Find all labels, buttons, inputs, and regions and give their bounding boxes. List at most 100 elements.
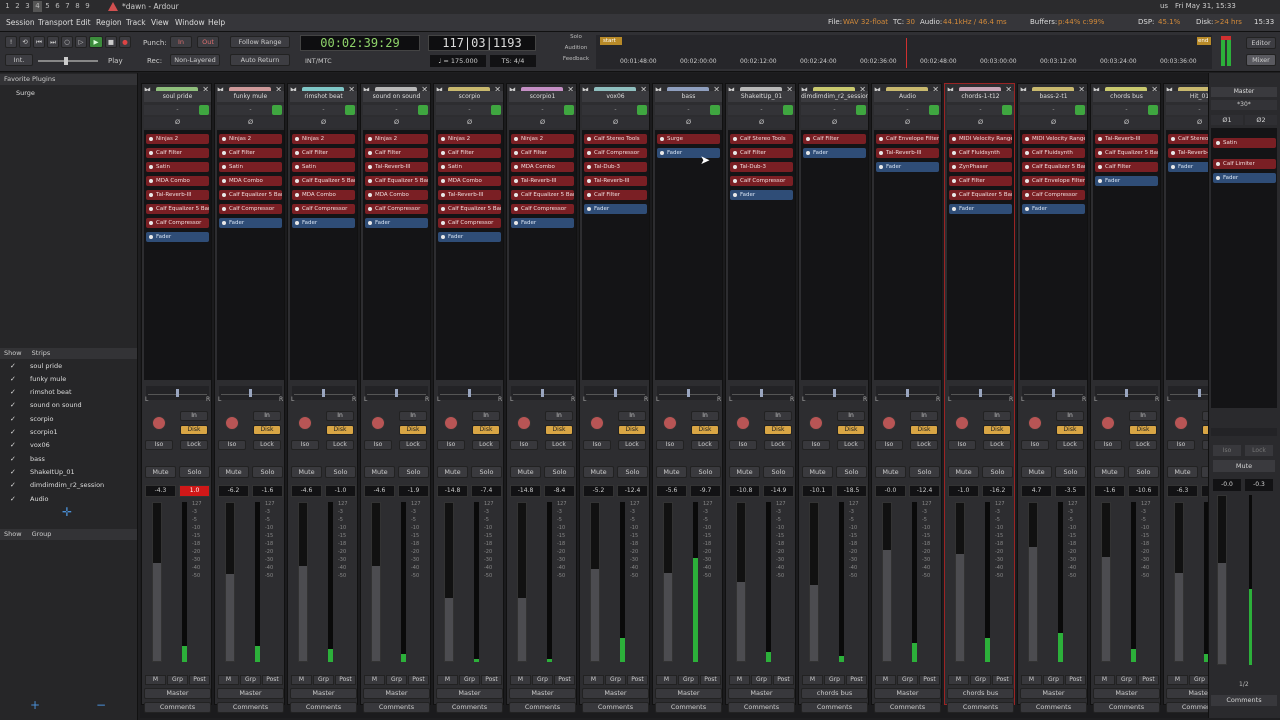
gain-display[interactable]: -10.1 (802, 485, 833, 497)
strip-name-button[interactable]: Audio (874, 91, 941, 102)
iso-button[interactable]: Iso (291, 440, 319, 450)
comments-button[interactable]: Comments (947, 702, 1014, 713)
pan-handle[interactable] (1052, 389, 1055, 397)
int-sync-button[interactable]: Int. (5, 54, 33, 66)
iso-button[interactable]: Iso (948, 440, 976, 450)
peak-display[interactable]: -12.4 (617, 485, 648, 497)
plugin-slot[interactable]: Tal-Reverb-III (1095, 134, 1158, 144)
comments-button[interactable]: Comments (144, 702, 211, 713)
gain-display[interactable]: -5.6 (656, 485, 687, 497)
workspace-8[interactable]: 8 (73, 1, 82, 12)
mute-button[interactable]: Mute (145, 466, 176, 478)
solo-button[interactable]: Solo (690, 466, 721, 478)
gain-display[interactable]: -1.0 (948, 485, 979, 497)
monitor-disk-button[interactable]: Disk (180, 425, 208, 435)
peak-display[interactable]: -8.4 (544, 485, 575, 497)
master-phase-1[interactable]: Ø1 (1211, 115, 1243, 125)
peak-display[interactable]: -1.0 (325, 485, 356, 497)
plugin-slot[interactable]: Calf Stereo Tools (730, 134, 793, 144)
peak-display[interactable]: -18.5 (836, 485, 867, 497)
gain-display[interactable]: -1.6 (1094, 485, 1125, 497)
follow-range-button[interactable]: Follow Range (230, 36, 290, 48)
pan-slider[interactable] (657, 386, 720, 400)
loop-play-icon[interactable]: ○ (61, 36, 73, 48)
comments-button[interactable]: Comments (217, 702, 284, 713)
panic-icon[interactable]: ! (5, 36, 17, 48)
master-phase-2[interactable]: Ø2 (1245, 115, 1277, 125)
comments-button[interactable]: Comments (436, 702, 503, 713)
monitor-in-button[interactable]: In (1056, 411, 1084, 421)
plugin-slot[interactable]: ZynPhaser (949, 162, 1012, 172)
iso-button[interactable]: Iso (583, 440, 611, 450)
iso-button[interactable]: Iso (802, 440, 830, 450)
favorite-plugin-item[interactable]: Surge (16, 89, 35, 97)
gain-fader[interactable] (736, 502, 746, 662)
processor-box[interactable]: Tal-Reverb-III Calf Equalizer 5 Band Calf … (1093, 130, 1160, 380)
solo-button[interactable]: Solo (325, 466, 356, 478)
peak-display[interactable]: -14.9 (763, 485, 794, 497)
peak-display[interactable]: -9.7 (690, 485, 721, 497)
pan-slider[interactable] (949, 386, 1012, 400)
processor-box[interactable]: MIDI Velocity Range Calf Fluidsynth Calf E… (1020, 130, 1087, 380)
plugin-slot[interactable]: Calf Equalizer 5 Band (292, 176, 355, 186)
monitor-in-button[interactable]: In (253, 411, 281, 421)
fader-processor[interactable]: Fader (876, 162, 939, 172)
lock-button[interactable]: Lock (253, 440, 281, 450)
record-enable-button[interactable] (1002, 105, 1012, 115)
output-button[interactable]: Master (1093, 688, 1160, 699)
strip-name-button[interactable]: chords bus (1093, 91, 1160, 102)
strip-list-item[interactable]: ✓ rimshot beat (0, 386, 135, 399)
iso-button[interactable]: Iso (364, 440, 392, 450)
processor-box[interactable]: Ninjas 2 Calf Filter Satin Calf Equalizer 5… (290, 130, 357, 380)
plugin-slot[interactable]: Calf Fluidsynth (949, 148, 1012, 158)
shuttle-handle[interactable] (64, 57, 68, 65)
checkbox-icon[interactable]: ✓ (10, 386, 16, 399)
punch-out-button[interactable]: Out (197, 36, 219, 48)
master-peak-display[interactable]: -0.3 (1245, 479, 1273, 491)
master-pan[interactable] (1211, 428, 1277, 436)
plugin-slot[interactable]: Calf Compressor (1022, 190, 1085, 200)
pan-handle[interactable] (395, 389, 398, 397)
checkbox-icon[interactable]: ✓ (10, 466, 16, 479)
gain-fader[interactable] (809, 502, 819, 662)
record-enable-button[interactable] (564, 105, 574, 115)
record-enable-button[interactable] (418, 105, 428, 115)
gain-fader[interactable] (517, 502, 527, 662)
output-button[interactable]: Master (436, 688, 503, 699)
phase-invert-button[interactable]: Ø (728, 117, 795, 128)
pan-slider[interactable] (365, 386, 428, 400)
workspace-5[interactable]: 5 (43, 1, 52, 12)
plugin-slot[interactable]: Tal-Reverb-III (146, 190, 209, 200)
master-comments-button[interactable]: Comments (1211, 695, 1277, 706)
phase-invert-button[interactable]: Ø (1020, 117, 1087, 128)
trim-knob[interactable] (1174, 416, 1188, 430)
checkbox-icon[interactable]: ✓ (10, 373, 16, 386)
loop-icon[interactable]: ⟲ (19, 36, 31, 48)
post-button[interactable]: Post (481, 675, 502, 685)
gain-fader[interactable] (1174, 502, 1184, 662)
strip-list-item[interactable]: ✓ vox06 (0, 439, 135, 452)
comments-button[interactable]: Comments (290, 702, 357, 713)
gain-display[interactable]: -0.0 (875, 485, 906, 497)
solo-button[interactable]: Solo (909, 466, 940, 478)
menu-view[interactable]: View (151, 18, 169, 27)
mute-button[interactable]: Mute (437, 466, 468, 478)
mute-button[interactable]: Mute (948, 466, 979, 478)
pan-handle[interactable] (249, 389, 252, 397)
monitor-disk-button[interactable]: Disk (472, 425, 500, 435)
lock-button[interactable]: Lock (1129, 440, 1157, 450)
strip-list-item[interactable]: ✓ soul pride (0, 360, 135, 373)
plugin-slot[interactable]: Tal-Dub-3 (730, 162, 793, 172)
comments-button[interactable]: Comments (1093, 702, 1160, 713)
monitor-disk-button[interactable]: Disk (1056, 425, 1084, 435)
gain-display[interactable]: 4.7 (1021, 485, 1052, 497)
group-button[interactable]: Grp (824, 675, 845, 685)
monitor-in-button[interactable]: In (618, 411, 646, 421)
menu-region[interactable]: Region (96, 18, 122, 27)
plugin-slot[interactable]: Calf Filter (584, 190, 647, 200)
post-button[interactable]: Post (554, 675, 575, 685)
strip-name-button[interactable]: scorpio1 (509, 91, 576, 102)
pan-handle[interactable] (468, 389, 471, 397)
group-button[interactable]: Grp (1116, 675, 1137, 685)
master-gain-display[interactable]: -0.0 (1213, 479, 1241, 491)
